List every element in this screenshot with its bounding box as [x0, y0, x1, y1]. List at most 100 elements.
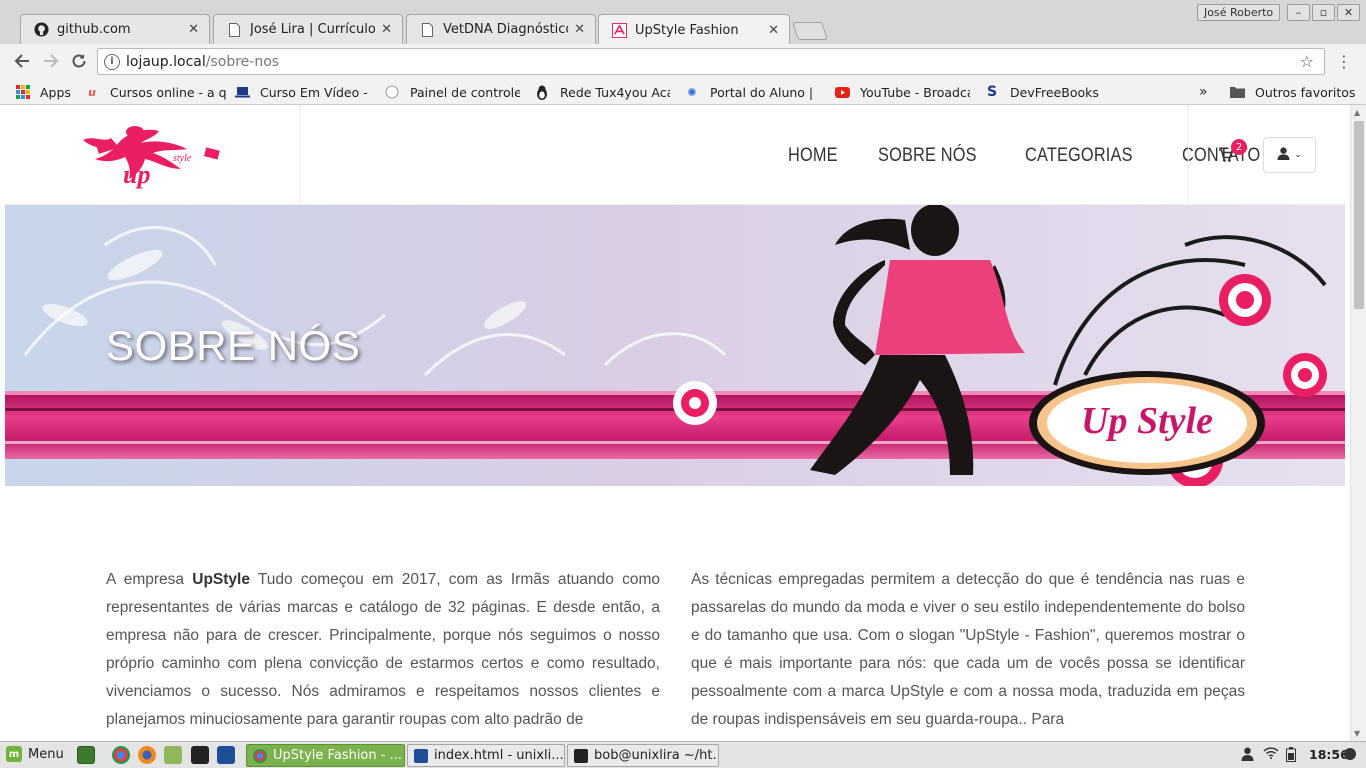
tab-title: José Lira | Currículo [250, 22, 376, 37]
start-menu-button[interactable]: m Menu [6, 746, 64, 762]
reload-icon[interactable] [68, 50, 90, 72]
logo-text: up [123, 160, 150, 189]
github-icon [33, 22, 49, 38]
site-logo[interactable]: style up [5, 105, 301, 205]
profile-button[interactable]: José Roberto [1197, 4, 1281, 21]
task-upstyle-chrome[interactable]: UpStyle Fashion - ... [246, 744, 405, 767]
bookmark-tux4you[interactable]: Rede Tux4you Acad [534, 83, 670, 101]
bookmarks-overflow-button[interactable]: » [1199, 83, 1208, 101]
start-menu-label: Menu [28, 746, 64, 762]
forward-arrow-icon[interactable] [40, 50, 62, 72]
bookmark-label: Cursos online - a qu [110, 84, 226, 100]
bookmark-label: Portal do Aluno | E [710, 84, 818, 100]
show-desktop-icon[interactable] [77, 746, 95, 764]
other-bookmarks[interactable]: Outros favoritos [1229, 83, 1355, 101]
folder-icon [1229, 84, 1245, 100]
nav-categorias[interactable]: CATEGORIAS [1025, 145, 1133, 167]
bookmark-apps[interactable]: Apps [16, 83, 71, 101]
chrome-icon [253, 748, 267, 763]
notifications-icon[interactable] [1343, 747, 1357, 765]
browser-toolbar: i lojaup.local/sobre-nos ☆ ⋮ [0, 44, 1366, 78]
bookmark-portal-aluno[interactable]: ✺ Portal do Aluno | E [684, 83, 818, 101]
url-path: /sobre-nos [205, 53, 280, 70]
cart-icon[interactable] [1219, 149, 1234, 166]
minimize-icon[interactable]: – [1287, 4, 1310, 21]
close-icon[interactable]: ✕ [768, 23, 779, 38]
nav-home[interactable]: HOME [788, 145, 838, 167]
bookmark-label: Apps [40, 84, 71, 100]
browser-tab-strip: github.com ✕ José Lira | Currículo ✕ Vet… [0, 0, 1366, 45]
mint-logo-icon: m [6, 746, 22, 762]
bookmark-painel[interactable]: Painel de controle | [384, 83, 520, 101]
files-icon[interactable] [164, 746, 182, 764]
circle-icon [384, 84, 400, 100]
tab-upstyle[interactable]: UpStyle Fashion ✕ [598, 14, 790, 45]
bookmark-devfreebooks[interactable]: S DevFreeBooks [984, 83, 1099, 101]
terminal-icon [574, 748, 588, 763]
task-label: index.html - unixli... [434, 748, 564, 763]
about-text-right: As técnicas empregadas permitem a detecç… [691, 571, 1245, 728]
task-index-html[interactable]: index.html - unixli... [407, 744, 565, 767]
scroll-thumb[interactable] [1354, 121, 1364, 309]
close-icon[interactable]: ✕ [188, 22, 199, 37]
address-bar[interactable]: i lojaup.local/sobre-nos ☆ [97, 48, 1325, 75]
about-left-brand: UpStyle [192, 571, 250, 588]
editor-icon[interactable] [217, 746, 235, 764]
page-icon [226, 22, 242, 38]
task-label: UpStyle Fashion - ... [273, 748, 402, 763]
bookmark-youtube[interactable]: YouTube - Broadcas [834, 83, 970, 101]
terminal-icon[interactable] [191, 746, 209, 764]
about-left-prefix: A empresa [106, 571, 193, 588]
new-tab-button[interactable] [792, 22, 828, 40]
cart-count-badge: 2 [1231, 139, 1247, 155]
bookmark-label: DevFreeBooks [1010, 84, 1099, 100]
laptop-icon [234, 84, 250, 100]
tab-curriculo[interactable]: José Lira | Currículo ✕ [213, 14, 403, 44]
user-icon [1277, 146, 1290, 164]
close-icon[interactable]: ✕ [574, 22, 585, 37]
browser-menu-icon[interactable]: ⋮ [1336, 52, 1352, 71]
upstyle-icon [611, 22, 627, 38]
maximize-icon[interactable]: ▫ [1312, 4, 1335, 21]
tab-vetdna[interactable]: VetDNA Diagnósticos M ✕ [406, 14, 596, 44]
tab-title: github.com [57, 22, 131, 37]
user-menu-button[interactable]: ⌄ [1263, 137, 1316, 173]
page-viewport: style up HOME SOBRE NÓS CATEGORIAS CONTA… [0, 105, 1366, 741]
page-scrollbar[interactable]: ▲ ▼ [1350, 105, 1366, 741]
scroll-up-icon[interactable]: ▲ [1354, 108, 1360, 117]
youtube-icon [834, 84, 850, 100]
battery-icon[interactable] [1286, 747, 1296, 766]
apps-grid-icon [16, 85, 30, 99]
bookmark-label: YouTube - Broadcas [860, 84, 970, 100]
info-icon[interactable]: i [104, 53, 120, 70]
task-terminal[interactable]: bob@unixlira ~/ht... [567, 744, 719, 767]
bookmark-label: Painel de controle | [410, 84, 520, 100]
wifi-icon[interactable] [1263, 747, 1279, 763]
user-tray-icon[interactable] [1241, 747, 1254, 765]
bookmark-udemy[interactable]: u Cursos online - a qu [84, 83, 226, 101]
bookmark-label: Rede Tux4you Acad [560, 84, 670, 100]
udemy-icon: u [88, 85, 96, 99]
firefox-icon[interactable] [138, 746, 156, 764]
scroll-down-icon[interactable]: ▼ [1354, 729, 1360, 738]
header-divider [1188, 105, 1189, 205]
editor-icon [414, 748, 428, 763]
bookmark-star-icon[interactable]: ☆ [1300, 52, 1314, 71]
devfree-icon: S [986, 84, 998, 100]
close-icon[interactable]: ✕ [381, 22, 392, 37]
main-nav: HOME SOBRE NÓS CATEGORIAS CONTATO [788, 145, 1273, 167]
tux-icon [534, 84, 550, 100]
task-label: bob@unixlira ~/ht... [594, 748, 719, 763]
window-close-icon[interactable]: ✕ [1337, 4, 1360, 21]
tab-title: UpStyle Fashion [635, 22, 739, 38]
nav-sobre-nos[interactable]: SOBRE NÓS [878, 145, 977, 167]
paw-icon: ✺ [687, 85, 697, 99]
chrome-icon[interactable] [112, 746, 130, 764]
page-title: SOBRE NÓS [106, 322, 361, 369]
bookmark-curso-em-video[interactable]: Curso Em Vídeo - Cu [234, 83, 370, 101]
tab-github[interactable]: github.com ✕ [20, 14, 210, 44]
desktop-taskbar: m Menu UpStyle Fashion - ... index.html … [0, 741, 1366, 768]
bookmarks-bar: Apps u Cursos online - a qu Curso Em Víd… [0, 78, 1366, 105]
back-arrow-icon[interactable] [11, 50, 33, 72]
tab-title: VetDNA Diagnósticos M [443, 22, 568, 37]
